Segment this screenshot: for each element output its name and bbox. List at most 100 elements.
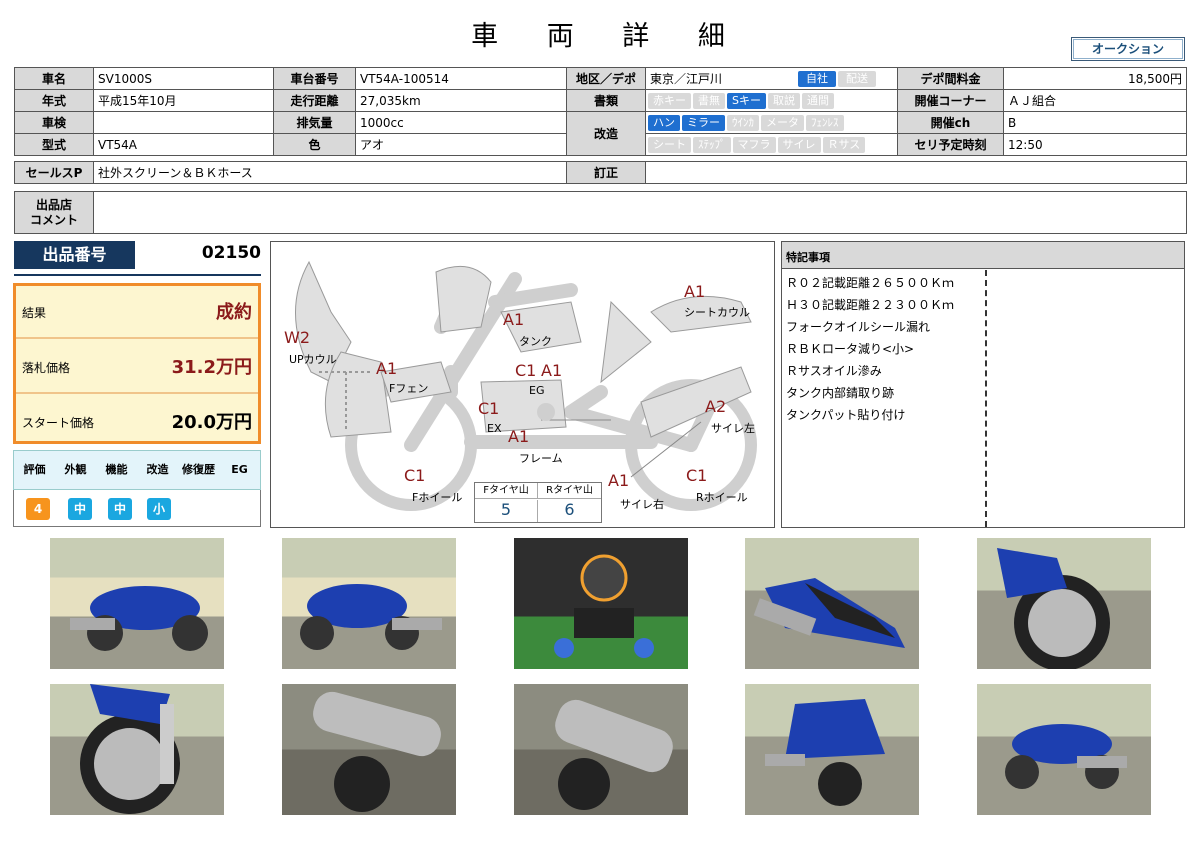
time-label: セリ予定時刻 [897,133,1004,156]
listing-underline [14,274,261,276]
eval-rating: 4 [26,498,50,520]
result-row: 結果 成約 [16,286,258,339]
result-label: 結果 [22,306,47,320]
special-note-item: ＲＢＫロータ減り<小> [786,342,915,356]
label-ex: EX [487,422,502,435]
photo-meter-image [554,554,654,658]
photo-front-wheel-closeup[interactable] [50,684,224,815]
mod-chip-seat: シート [648,136,691,153]
channel-value: B [1003,111,1187,134]
photo-muffler[interactable] [282,684,456,815]
start-price-row: スタート価格 20.0万円 [16,396,258,449]
corner-value: ＡＪ組合 [1003,89,1187,112]
photo-front-wheel[interactable] [977,538,1151,669]
r-tire-value: 6 [564,500,575,519]
inspection-label: 車検 [14,111,94,134]
photo-silencer[interactable] [514,684,688,815]
sales-table: セールスP 社外スクリーン＆ＢＫホース 訂正 [14,161,1187,184]
grade-f-wheel: C1 [404,466,426,485]
delivery-chip: 配送 [838,71,876,88]
photo-front-view[interactable] [745,684,919,815]
f-tire-label: Fタイヤ山 [475,483,538,499]
displacement-label: 排気量 [273,111,356,134]
photo-front-wheel-image [997,548,1110,669]
photo-left-side[interactable] [282,538,456,669]
auction-button[interactable]: オークション [1071,37,1185,61]
mod-chip-muffler: マフラ [732,136,776,153]
result-box: 結果 成約 落札価格 31.2万円 スタート価格 20.0万円 [13,283,261,444]
bid-price-row: 落札価格 31.2万円 [16,341,258,394]
eval-function: 中 [108,498,132,520]
listing-number: 出品番号 02150 [14,241,261,276]
chassis-label: 車台番号 [273,67,356,90]
grade-ex: C1 [478,399,500,418]
special-note-item: タンクパット貼り付け [786,408,906,422]
special-note-item: Ｒ０２記載距離２６５００Ｋｍ [786,276,955,290]
mod-chip-mirror: ミラー [682,114,725,131]
grade-up-cowl: W2 [284,328,310,347]
photo-muffler-image [313,691,441,812]
special-note-item: Ｈ３０記載距離２２３００Ｋｍ [786,298,955,312]
start-price-value: 20.0万円 [171,412,252,433]
displacement-value: 1000cc [355,111,567,134]
photo-seat[interactable] [745,538,919,669]
eval-header-function: 機能 [105,463,128,476]
depot-fee-label: デポ間料金 [897,67,1004,90]
mod-chip-handle: ハン [648,114,680,131]
region-cell: 東京／江戸川 自社 配送 [645,67,898,90]
mod-chips-row-1: ハン ミラー ｳｲﾝｶ メータ ﾌｪﾝﾚｽ [645,111,898,134]
bid-price-label: 落札価格 [22,361,71,375]
mod-chip-silencer: サイレ [777,136,821,153]
r-tire-label: Rタイヤ山 [538,483,601,499]
eval-mods: 小 [147,498,171,520]
color-value: アオ [355,133,567,156]
time-value: 12:50 [1003,133,1187,156]
photo-side-view[interactable] [977,684,1151,815]
photo-right-side[interactable] [50,538,224,669]
region-value: 東京／江戸川 [650,71,723,86]
grade-frame: A1 [508,427,530,446]
label-silencer-right: サイレ右 [620,498,664,511]
label-seat-cowl: シートカウル [684,306,750,319]
correction-value [645,161,1187,184]
label-r-wheel: Rホイール [696,491,748,504]
corner-label: 開催コーナー [897,89,1004,112]
special-notes-title: 特記事項 [782,242,1184,269]
chassis-value: VT54A-100514 [355,67,567,90]
grade-eg-a: A1 [541,361,563,380]
eval-header-rating: 評価 [23,463,46,476]
depot-fee-value: 18,500円 [1003,67,1187,90]
damage-diagram: A1 シートカウル A1 タンク W2 UPカウル A1 Fフェン C1 A1 … [270,241,775,528]
spec-table: 車名 SV1000S 車台番号 VT54A-100514 地区／デポ 東京／江戸… [14,67,1187,156]
f-tire-value: 5 [475,500,538,522]
label-f-fender: Fフェン [389,382,429,395]
comment-value [93,191,1187,234]
label-tank: タンク [519,335,552,348]
mods-label: 改造 [566,111,646,156]
special-note-item: フォークオイルシール漏れ [786,320,931,334]
own-chip: 自社 [798,71,836,88]
eval-header-eg: EG [231,463,248,476]
listing-number-value: 02150 [201,243,261,263]
photo-seat-image [753,578,905,648]
comment-label-line-1: 出品店 [35,197,72,212]
special-note-item: タンク内部錆取り跡 [786,386,895,400]
grade-silencer-right: A1 [608,471,630,490]
photo-silencer-image [555,699,673,810]
bid-price-value: 31.2万円 [171,357,252,378]
color-label: 色 [273,133,356,156]
grade-f-fender: A1 [376,359,398,378]
comment-label: 出品店 コメント [14,191,94,234]
grade-tank: A1 [503,310,525,329]
mileage-label: 走行距離 [273,89,356,112]
sales-value: 社外スクリーン＆ＢＫホース [93,161,567,184]
mod-chip-meter: メータ [761,114,804,131]
inspection-value [93,111,274,134]
grade-eg-c: C1 [515,361,537,380]
region-label: 地区／デポ [566,67,646,90]
page-title: 車 両 詳 細 [471,21,745,52]
eval-exterior: 中 [68,498,92,520]
photo-front-view-image [765,699,885,806]
photo-meter[interactable] [514,538,688,669]
label-frame: フレーム [519,452,563,465]
